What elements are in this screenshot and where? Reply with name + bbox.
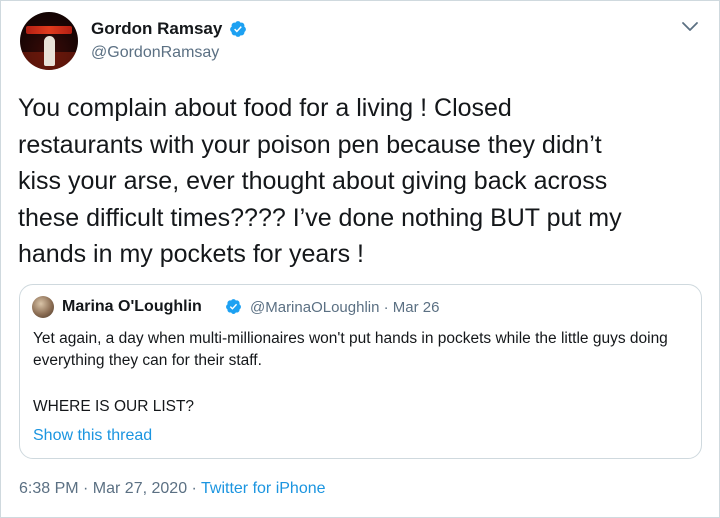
tweet-footer: 6:38 PM · Mar 27, 2020 · Twitter for iPh… [19, 480, 326, 498]
quoted-tweet[interactable]: Marina O'Loughlin @MarinaOLoughlin · Mar… [19, 284, 702, 459]
avatar-figure [44, 36, 55, 66]
tweet-text: You complain about food for a living ! C… [18, 94, 622, 268]
quoted-tweet-text: Yet again, a day when multi-millionaires… [33, 330, 668, 369]
timestamp[interactable]: 6:38 PM · Mar 27, 2020 · [19, 480, 201, 497]
tweet-card: Gordon Ramsay @GordonRamsay You complain… [0, 0, 720, 518]
quoted-author-name: Marina O'Loughlin [62, 298, 202, 315]
quoted-handle-date: @MarinaOLoughlin · Mar 26 [250, 299, 440, 316]
chevron-down-icon[interactable] [681, 20, 699, 34]
show-thread-link[interactable]: Show this thread [33, 427, 152, 445]
author-handle[interactable]: @GordonRamsay [91, 44, 219, 62]
quoted-avatar[interactable] [32, 296, 54, 318]
author-name[interactable]: Gordon Ramsay [91, 19, 222, 39]
verified-badge-icon [230, 21, 246, 37]
source-link[interactable]: Twitter for iPhone [201, 480, 326, 497]
quoted-tweet-text-2: WHERE IS OUR LIST? [33, 398, 195, 415]
avatar-sign [26, 26, 72, 34]
author-avatar[interactable] [20, 12, 78, 70]
verified-badge-icon [226, 299, 241, 314]
